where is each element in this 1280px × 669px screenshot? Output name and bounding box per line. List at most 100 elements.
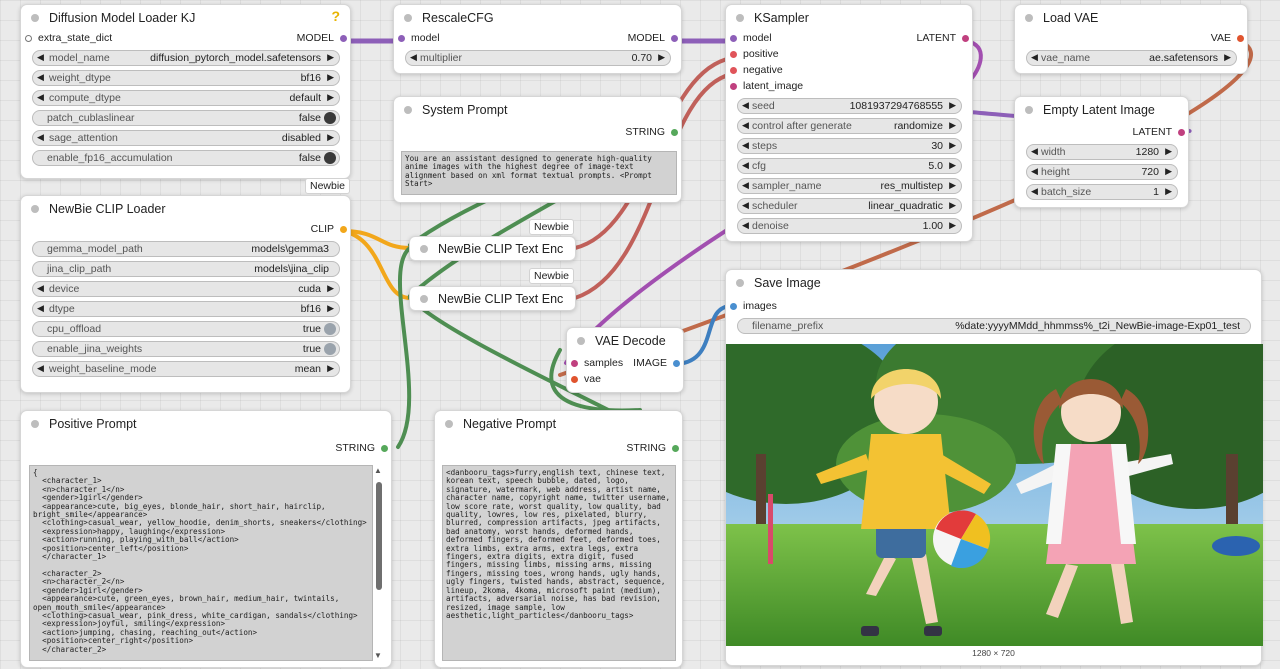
device-combo[interactable]: ◀ device cuda ▶	[32, 281, 340, 297]
positive-prompt-node[interactable]: Positive Prompt STRING { <character_1> <…	[20, 410, 392, 668]
dtype-combo[interactable]: ◀ dtype bf16 ▶	[32, 301, 340, 317]
system-prompt-node[interactable]: System Prompt STRING You are an assistan…	[393, 96, 682, 203]
right-arrow-icon[interactable]: ▶	[1165, 146, 1172, 157]
control-after-generate-combo[interactable]: ◀ control after generate randomize ▶	[737, 118, 962, 134]
sage-attention-combo[interactable]: ◀ sage_attention disabled ▶	[32, 130, 340, 146]
model-output-socket[interactable]	[340, 35, 347, 42]
gemma-model-path-field[interactable]: gemma_model_path models\gemma3	[32, 241, 340, 257]
right-arrow-icon[interactable]: ▶	[949, 120, 956, 131]
steps-number[interactable]: ◀ steps 30 ▶	[737, 138, 962, 154]
left-arrow-icon[interactable]: ◀	[742, 220, 749, 231]
right-arrow-icon[interactable]: ▶	[1165, 186, 1172, 197]
left-arrow-icon[interactable]: ◀	[742, 120, 749, 131]
left-arrow-icon[interactable]: ◀	[742, 100, 749, 111]
left-arrow-icon[interactable]: ◀	[37, 363, 44, 374]
clip-output-socket[interactable]	[340, 226, 347, 233]
latent-output-socket[interactable]	[1178, 129, 1185, 136]
weight-baseline-mode-combo[interactable]: ◀ weight_baseline_mode mean ▶	[32, 361, 340, 377]
scroll-down-arrow-icon[interactable]: ▼	[374, 651, 382, 660]
left-arrow-icon[interactable]: ◀	[37, 283, 44, 294]
images-input-socket[interactable]	[730, 303, 737, 310]
toggle-knob[interactable]	[324, 152, 336, 164]
right-arrow-icon[interactable]: ▶	[949, 200, 956, 211]
diffusion-model-loader-node[interactable]: Diffusion Model Loader KJ ? extra_state_…	[20, 4, 351, 179]
positive-prompt-textarea[interactable]: { <character_1> <n>character_1</n> <gend…	[29, 465, 373, 661]
toggle-knob[interactable]	[324, 343, 336, 355]
left-arrow-icon[interactable]: ◀	[37, 72, 44, 83]
node-title[interactable]: Save Image	[726, 270, 1261, 296]
newbie-clip-loader-node[interactable]: NewBie CLIP Loader CLIP gemma_model_path…	[20, 195, 351, 393]
node-title[interactable]: RescaleCFG	[394, 5, 681, 31]
multiplier-slider[interactable]: ◀ multiplier 0.70 ▶	[405, 50, 671, 66]
rescale-cfg-node[interactable]: RescaleCFG model MODEL ◀ multiplier 0.70…	[393, 4, 682, 74]
enable-jina-weights-toggle[interactable]: enable_jina_weights true	[32, 341, 340, 357]
right-arrow-icon[interactable]: ▶	[327, 283, 334, 294]
collapse-dot-icon[interactable]	[31, 420, 39, 428]
width-number[interactable]: ◀ width 1280 ▶	[1026, 144, 1178, 160]
system-prompt-textarea[interactable]: You are an assistant designed to generat…	[401, 151, 677, 195]
left-arrow-icon[interactable]: ◀	[742, 200, 749, 211]
batch-size-number[interactable]: ◀ batch_size 1 ▶	[1026, 184, 1178, 200]
save-image-node[interactable]: Save Image images filename_prefix %date:…	[725, 269, 1263, 666]
left-arrow-icon[interactable]: ◀	[742, 180, 749, 191]
vae-decode-node[interactable]: VAE Decode samples IMAGE vae	[566, 327, 684, 393]
left-arrow-icon[interactable]: ◀	[1031, 146, 1038, 157]
node-title[interactable]: Empty Latent Image	[1015, 97, 1188, 123]
node-title[interactable]: NewBie CLIP Text Enc	[410, 287, 575, 311]
cfg-number[interactable]: ◀ cfg 5.0 ▶	[737, 158, 962, 174]
collapse-dot-icon[interactable]	[736, 279, 744, 287]
right-arrow-icon[interactable]: ▶	[327, 52, 334, 63]
collapse-dot-icon[interactable]	[404, 14, 412, 22]
left-arrow-icon[interactable]: ◀	[410, 52, 417, 63]
scheduler-combo[interactable]: ◀ scheduler linear_quadratic ▶	[737, 198, 962, 214]
node-title[interactable]: NewBie CLIP Loader	[21, 196, 350, 222]
clip-text-encoder-node-2[interactable]: NewBie CLIP Text Enc	[409, 286, 576, 311]
vae-output-socket[interactable]	[1237, 35, 1244, 42]
right-arrow-icon[interactable]: ▶	[949, 160, 956, 171]
samples-input-socket[interactable]	[571, 360, 578, 367]
collapse-dot-icon[interactable]	[404, 106, 412, 114]
sampler-name-combo[interactable]: ◀ sampler_name res_multistep ▶	[737, 178, 962, 194]
right-arrow-icon[interactable]: ▶	[949, 180, 956, 191]
string-output-socket[interactable]	[381, 445, 388, 452]
right-arrow-icon[interactable]: ▶	[658, 52, 665, 63]
collapse-dot-icon[interactable]	[31, 14, 39, 22]
negative-prompt-textarea[interactable]: <danbooru_tags>furry,english text, chine…	[442, 465, 676, 661]
seed-number[interactable]: ◀ seed 1081937294768555 ▶	[737, 98, 962, 114]
right-arrow-icon[interactable]: ▶	[327, 72, 334, 83]
model-input-socket[interactable]	[730, 35, 737, 42]
cpu-offload-toggle[interactable]: cpu_offload true	[32, 321, 340, 337]
model-input-socket[interactable]	[398, 35, 405, 42]
extra-state-dict-input-socket[interactable]	[25, 35, 32, 42]
weight-dtype-combo[interactable]: ◀ weight_dtype bf16 ▶	[32, 70, 340, 86]
clip-text-encoder-node-1[interactable]: NewBie CLIP Text Enc	[409, 236, 576, 261]
model-name-combo[interactable]: ◀ model_name diffusion_pytorch_model.saf…	[32, 50, 340, 66]
vae-name-combo[interactable]: ◀ vae_name ae.safetensors ▶	[1026, 50, 1237, 66]
collapse-dot-icon[interactable]	[445, 420, 453, 428]
node-title[interactable]: NewBie CLIP Text Enc	[410, 237, 575, 261]
vae-input-socket[interactable]	[571, 376, 578, 383]
jina-clip-path-field[interactable]: jina_clip_path models\jina_clip	[32, 261, 340, 277]
collapse-dot-icon[interactable]	[577, 337, 585, 345]
node-title[interactable]: KSampler	[726, 5, 972, 31]
right-arrow-icon[interactable]: ▶	[327, 303, 334, 314]
node-title[interactable]: System Prompt	[394, 97, 681, 123]
filename-prefix-field[interactable]: filename_prefix %date:yyyyMMdd_hhmmss%_t…	[737, 318, 1251, 334]
collapse-dot-icon[interactable]	[1025, 106, 1033, 114]
collapse-dot-icon[interactable]	[420, 245, 428, 253]
left-arrow-icon[interactable]: ◀	[1031, 166, 1038, 177]
string-output-socket[interactable]	[672, 445, 679, 452]
toggle-knob[interactable]	[324, 112, 336, 124]
left-arrow-icon[interactable]: ◀	[1031, 52, 1038, 63]
node-title[interactable]: VAE Decode	[567, 328, 683, 354]
denoise-number[interactable]: ◀ denoise 1.00 ▶	[737, 218, 962, 234]
node-title[interactable]: Positive Prompt	[21, 411, 391, 437]
left-arrow-icon[interactable]: ◀	[742, 140, 749, 151]
height-number[interactable]: ◀ height 720 ▶	[1026, 164, 1178, 180]
negative-input-socket[interactable]	[730, 67, 737, 74]
collapse-dot-icon[interactable]	[1025, 14, 1033, 22]
node-title[interactable]: Diffusion Model Loader KJ ?	[21, 5, 350, 31]
string-output-socket[interactable]	[671, 129, 678, 136]
model-output-socket[interactable]	[671, 35, 678, 42]
scroll-thumb[interactable]	[376, 482, 382, 590]
